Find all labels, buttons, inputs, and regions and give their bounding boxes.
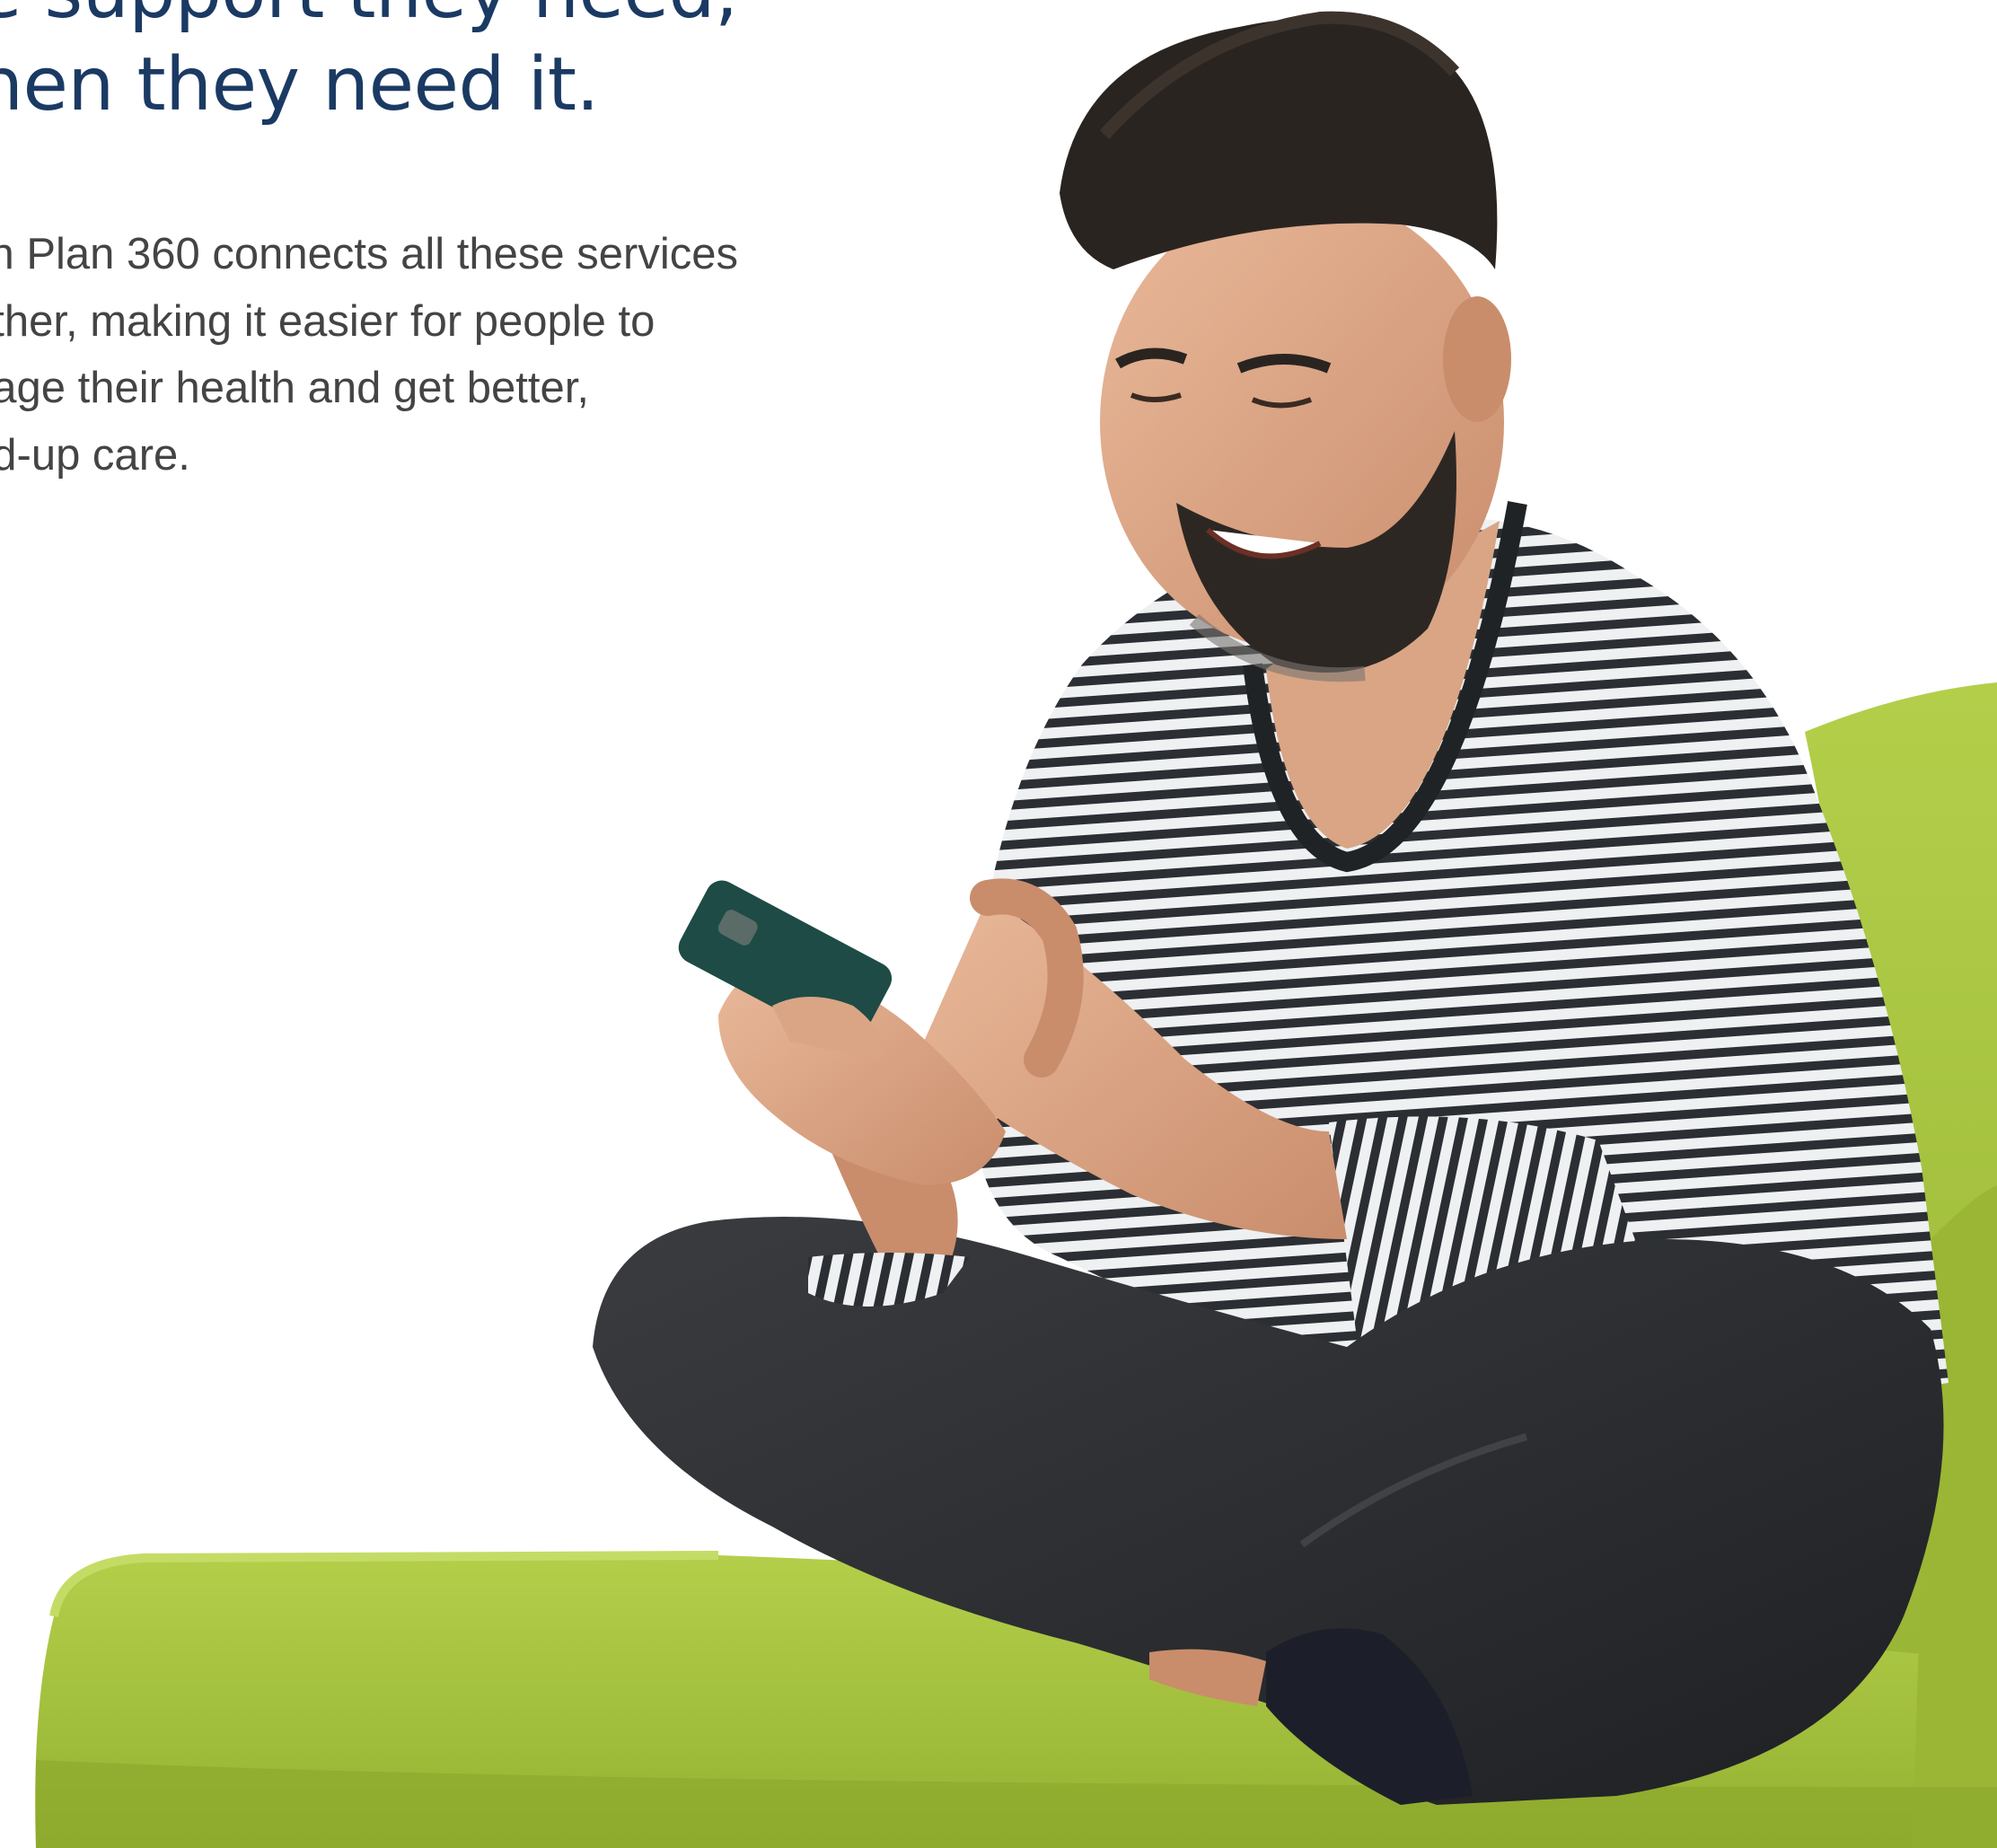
man-on-sofa-photo: [35, 11, 1997, 1848]
hero-section: e support they need, hen they need it. i…: [0, 0, 1997, 1848]
